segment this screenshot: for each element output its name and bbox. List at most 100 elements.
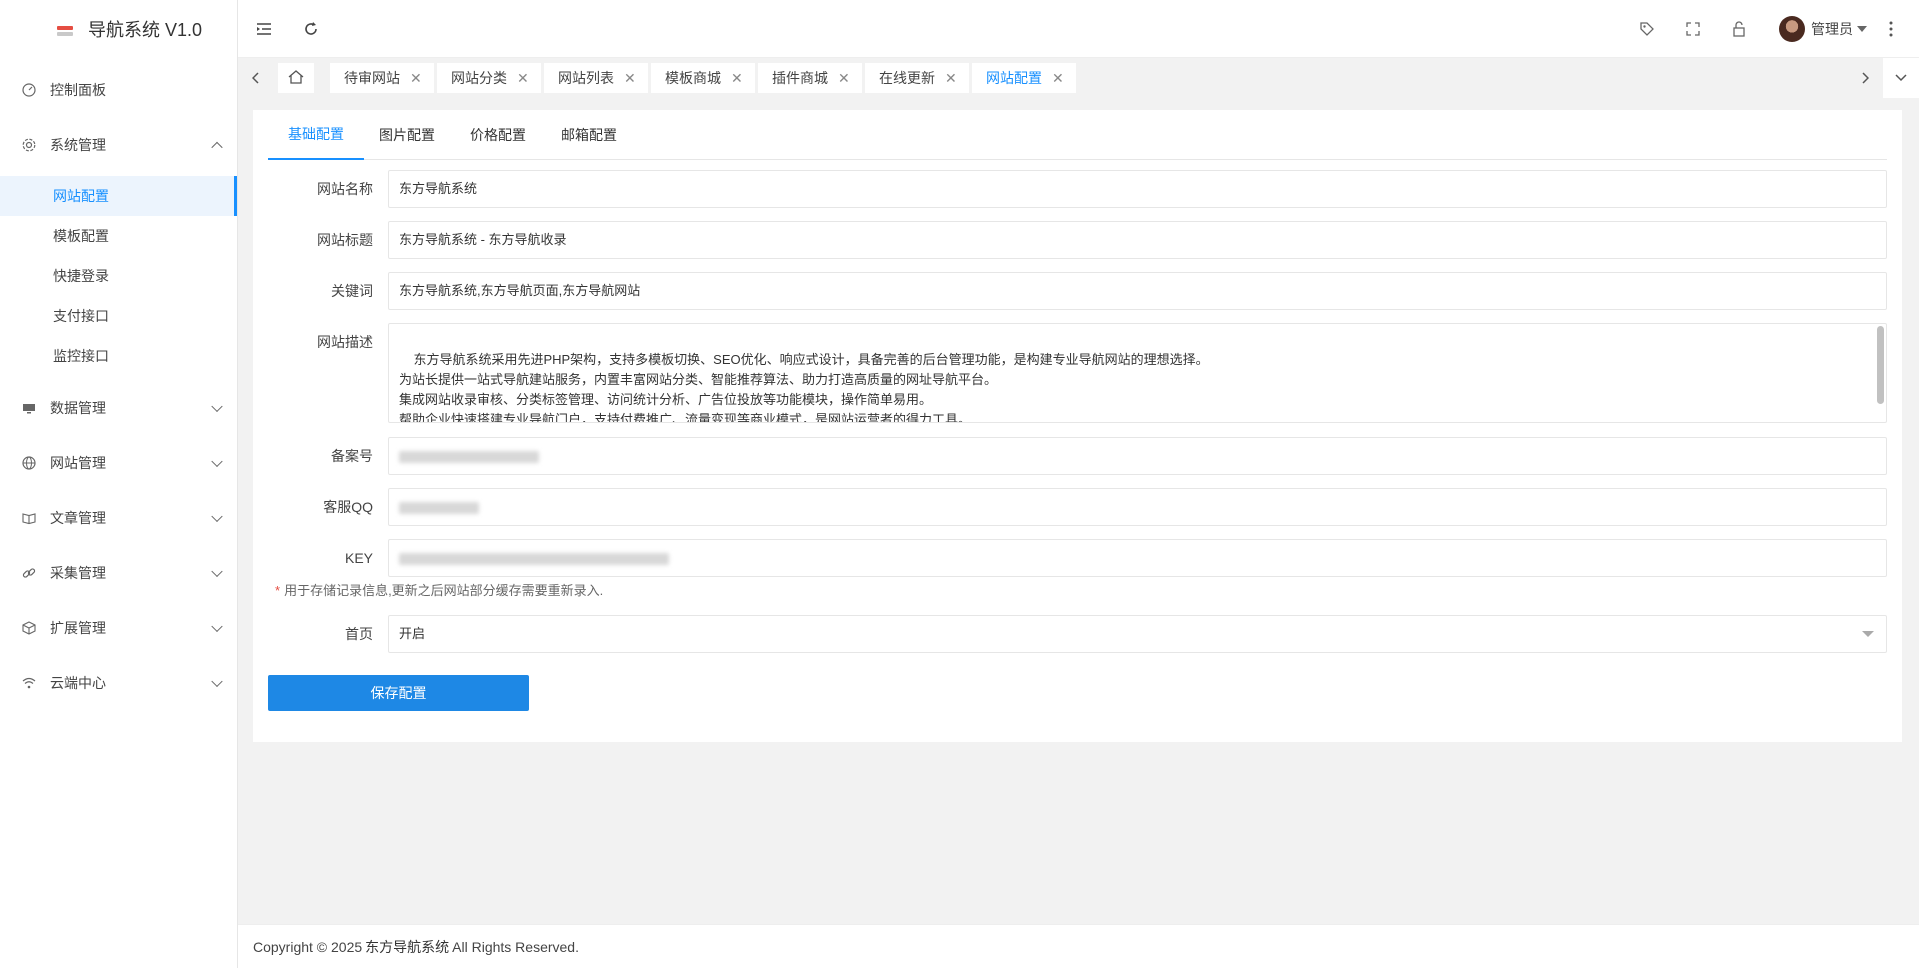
tabs-bar: 待审网站 ✕ 网站分类 ✕ 网站列表 ✕ 模板商城 ✕ 插件商城 ✕ 在线更新 ✕ 网站配置… xyxy=(238,58,1919,98)
tab-plugin-store[interactable]: 插件商城 ✕ xyxy=(758,63,862,93)
tab-label: 在线更新 xyxy=(879,70,935,86)
tab-label: 待审网站 xyxy=(344,70,400,86)
chevron-up-icon xyxy=(211,141,223,153)
site-title-label: 网站标题 xyxy=(317,232,373,248)
form-row-site-name: 网站名称 东方导航系统 xyxy=(268,170,1887,208)
chevron-down-icon xyxy=(211,510,223,522)
book-icon xyxy=(22,511,36,525)
app-title: 导航系统 V1.0 xyxy=(88,20,203,40)
refresh-icon[interactable] xyxy=(299,17,323,41)
gear-icon xyxy=(22,138,36,152)
chevron-down-icon xyxy=(211,620,223,632)
tabs-scroll-left-icon[interactable] xyxy=(238,58,274,98)
footer-copyright: Copyright © 2025 xyxy=(253,938,363,955)
chevron-down-icon xyxy=(211,565,223,577)
sidebar-subitem-template-config[interactable]: 模板配置 xyxy=(0,216,237,256)
form-row-icp: 备案号 xyxy=(268,437,1887,475)
sidebar-item-articles[interactable]: 文章管理 xyxy=(0,490,237,545)
description-textarea[interactable]: 东方导航系统采用先进PHP架构，支持多模板切换、SEO优化、响应式设计，具备完善… xyxy=(388,323,1887,423)
required-star: * xyxy=(275,583,281,598)
tab-price-config[interactable]: 价格配置 xyxy=(450,110,546,160)
form-row-homepage: 首页 开启 xyxy=(268,615,1887,653)
homepage-select[interactable]: 开启 xyxy=(388,615,1887,653)
sidebar-item-sites[interactable]: 网站管理 xyxy=(0,435,237,490)
key-input[interactable] xyxy=(388,539,1887,577)
menu-fold-icon[interactable] xyxy=(252,17,276,41)
description-label: 网站描述 xyxy=(317,334,373,350)
close-icon[interactable]: ✕ xyxy=(945,70,957,87)
fullscreen-icon[interactable] xyxy=(1681,17,1705,41)
sidebar-subitem-site-config[interactable]: 网站配置 xyxy=(0,176,237,216)
tabs-dropdown-icon[interactable] xyxy=(1883,58,1919,98)
close-icon[interactable]: ✕ xyxy=(517,70,529,87)
close-icon[interactable]: ✕ xyxy=(731,70,743,87)
footer-rights: All Rights Reserved. xyxy=(452,938,579,955)
site-name-label: 网站名称 xyxy=(317,181,373,197)
tab-template-store[interactable]: 模板商城 ✕ xyxy=(651,63,755,93)
tab-image-config[interactable]: 图片配置 xyxy=(359,110,455,160)
user-name: 管理员 xyxy=(1811,21,1853,37)
tabs-scroll-right-icon[interactable] xyxy=(1847,58,1883,98)
close-icon[interactable]: ✕ xyxy=(838,70,850,87)
keywords-input[interactable]: 东方导航系统,东方导航页面,东方导航网站 xyxy=(388,272,1887,310)
icp-input[interactable] xyxy=(388,437,1887,475)
sidebar-item-label: 云端中心 xyxy=(50,674,106,691)
form-row-key: KEY xyxy=(268,539,1887,577)
top-header: 管理员 xyxy=(238,0,1919,58)
site-title-input[interactable]: 东方导航系统 - 东方导航收录 xyxy=(388,221,1887,259)
tab-label: 插件商城 xyxy=(772,70,828,86)
textarea-scrollbar[interactable] xyxy=(1877,326,1884,404)
close-icon[interactable]: ✕ xyxy=(1052,70,1064,87)
footer: Copyright © 2025 东方导航系统 All Rights Reser… xyxy=(238,924,1919,968)
sidebar-item-system[interactable]: 系统管理 xyxy=(0,117,237,172)
tab-label: 网站列表 xyxy=(558,70,614,86)
save-config-button[interactable]: 保存配置 xyxy=(268,675,529,711)
user-menu[interactable]: 管理员 xyxy=(1779,15,1867,43)
sidebar-item-extensions[interactable]: 扩展管理 xyxy=(0,600,237,655)
lock-icon[interactable] xyxy=(1727,17,1751,41)
link-icon xyxy=(22,566,36,580)
tab-pending-sites[interactable]: 待审网站 ✕ xyxy=(330,63,434,93)
tab-online-update[interactable]: 在线更新 ✕ xyxy=(865,63,969,93)
tab-label: 网站配置 xyxy=(986,70,1042,86)
sidebar-item-dashboard[interactable]: 控制面板 xyxy=(0,62,237,117)
config-tabs: 基础配置 图片配置 价格配置 邮箱配置 xyxy=(268,110,1887,160)
app-logo[interactable]: 导航系统 V1.0 xyxy=(0,0,237,58)
tag-icon[interactable] xyxy=(1635,17,1659,41)
monitor-icon xyxy=(22,401,36,415)
submenu-system: 网站配置 模板配置 快捷登录 支付接口 监控接口 xyxy=(0,172,237,380)
homepage-label: 首页 xyxy=(345,626,373,642)
tab-label: 模板商城 xyxy=(665,70,721,86)
sidebar-item-collect[interactable]: 采集管理 xyxy=(0,545,237,600)
tab-label: 网站分类 xyxy=(451,70,507,86)
sidebar-subitem-quick-login[interactable]: 快捷登录 xyxy=(0,256,237,296)
tab-site-list[interactable]: 网站列表 ✕ xyxy=(544,63,648,93)
tab-mail-config[interactable]: 邮箱配置 xyxy=(541,110,637,160)
tab-basic-config[interactable]: 基础配置 xyxy=(268,110,364,160)
sidebar-subitem-monitor[interactable]: 监控接口 xyxy=(0,336,237,376)
globe-icon xyxy=(22,455,36,470)
chevron-down-icon xyxy=(211,675,223,687)
sidebar-subitem-payment[interactable]: 支付接口 xyxy=(0,296,237,336)
form-hint: * 用于存储记录信息,更新之后网站部分缓存需要重新录入. xyxy=(275,580,603,599)
tab-site-categories[interactable]: 网站分类 ✕ xyxy=(437,63,541,93)
sidebar-item-label: 系统管理 xyxy=(50,136,106,153)
sidebar-item-label: 网站管理 xyxy=(50,454,106,471)
qq-input[interactable] xyxy=(388,488,1887,526)
form-row-site-title: 网站标题 东方导航系统 - 东方导航收录 xyxy=(268,221,1887,259)
tab-site-config[interactable]: 网站配置 ✕ xyxy=(972,63,1076,93)
sidebar-item-label: 控制面板 xyxy=(50,81,106,98)
tab-home[interactable] xyxy=(278,63,314,93)
homepage-select-value: 开启 xyxy=(399,626,426,641)
logo-icon xyxy=(57,26,73,36)
close-icon[interactable]: ✕ xyxy=(410,70,422,87)
dashboard-icon xyxy=(22,82,36,97)
sidebar-item-cloud[interactable]: 云端中心 xyxy=(0,655,237,710)
more-vertical-icon[interactable] xyxy=(1879,17,1903,41)
caret-down-icon xyxy=(1857,26,1867,32)
home-icon xyxy=(288,69,304,87)
sidebar-item-data[interactable]: 数据管理 xyxy=(0,380,237,435)
close-icon[interactable]: ✕ xyxy=(624,70,636,87)
site-name-input[interactable]: 东方导航系统 xyxy=(388,170,1887,208)
hint-text: 用于存储记录信息,更新之后网站部分缓存需要重新录入. xyxy=(284,583,604,598)
